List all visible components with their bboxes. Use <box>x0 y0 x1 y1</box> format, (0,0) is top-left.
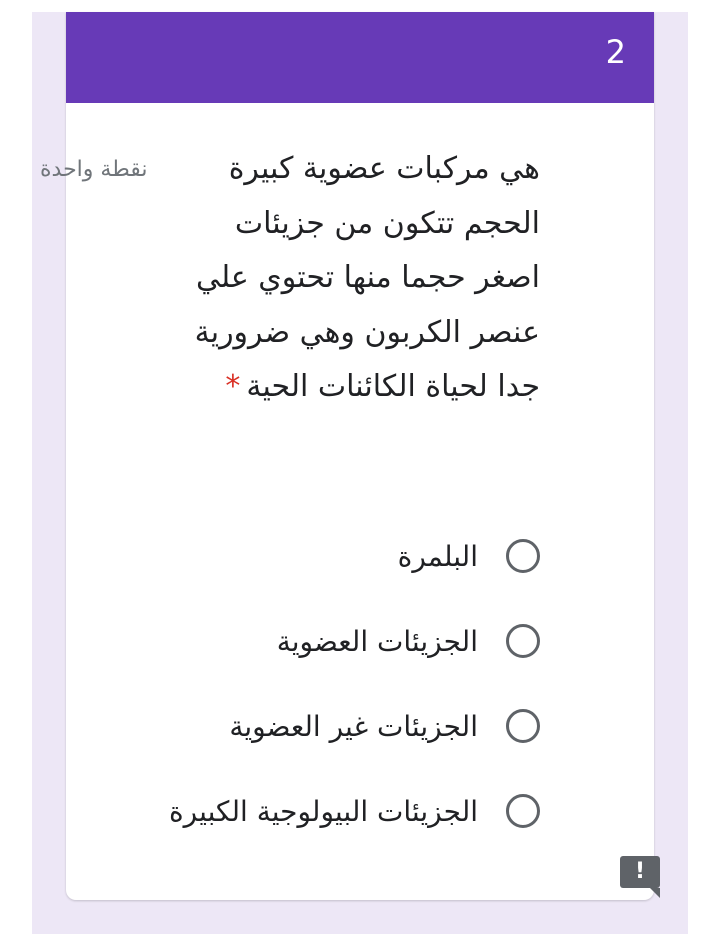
radio-button-icon[interactable] <box>506 539 540 573</box>
question-text: هي مركبات عضوية كبيرة الحجم تتكون من جزي… <box>194 151 540 404</box>
question-title: هي مركبات عضوية كبيرة الحجم تتكون من جزي… <box>180 142 540 415</box>
question-header-band: 2 <box>66 12 654 103</box>
report-issue-button[interactable]: ! <box>620 856 660 898</box>
required-marker: * <box>225 369 241 404</box>
radio-button-icon[interactable] <box>506 709 540 743</box>
option-label[interactable]: الجزيئات البيولوجية الكبيرة <box>169 795 478 828</box>
option-2[interactable]: الجزيئات العضوية <box>130 616 540 666</box>
option-3[interactable]: الجزيئات غير العضوية <box>130 701 540 751</box>
option-1[interactable]: البلمرة <box>130 531 540 581</box>
option-label[interactable]: البلمرة <box>398 540 478 573</box>
question-number: 2 <box>605 33 626 71</box>
radio-button-icon[interactable] <box>506 794 540 828</box>
option-label[interactable]: الجزيئات غير العضوية <box>229 710 478 743</box>
option-label[interactable]: الجزيئات العضوية <box>277 625 478 658</box>
exclamation-icon: ! <box>634 859 646 884</box>
option-4[interactable]: الجزيئات البيولوجية الكبيرة <box>130 786 540 836</box>
points-label: نقطة واحدة <box>40 157 148 182</box>
radio-button-icon[interactable] <box>506 624 540 658</box>
